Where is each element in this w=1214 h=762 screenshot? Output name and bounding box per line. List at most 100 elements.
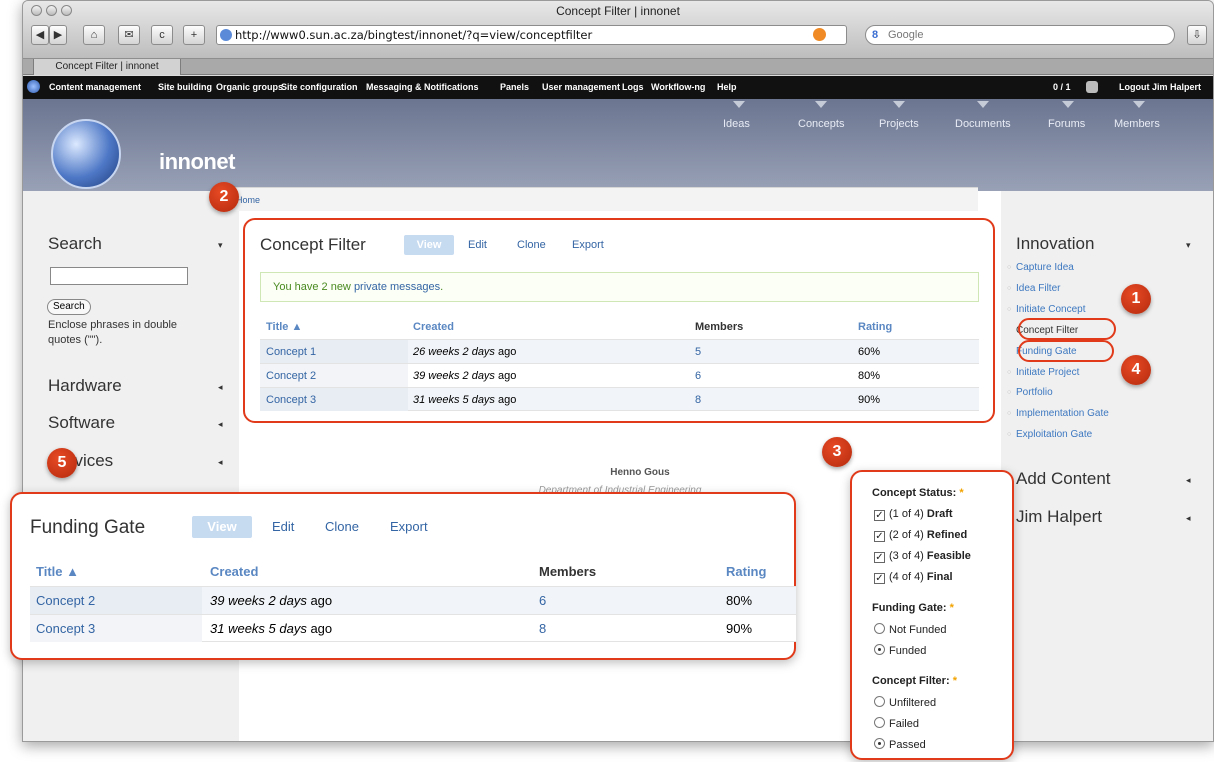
row-rating: 60% <box>858 346 881 358</box>
window-title: Concept Filter | innonet <box>556 4 680 18</box>
table-row: Concept 2 39 weeks 2 days ago 6 80% <box>260 363 979 387</box>
admin-menu-item[interactable]: Site building <box>158 82 212 92</box>
row-members[interactable]: 8 <box>539 615 546 642</box>
expand-icon[interactable]: ◂ <box>1186 475 1191 486</box>
col-rating[interactable]: Rating <box>726 558 766 586</box>
col-created[interactable]: Created <box>413 315 454 339</box>
innovation-block-title: Innovation <box>1016 234 1095 253</box>
col-created[interactable]: Created <box>210 558 258 586</box>
tab-clone[interactable]: Clone <box>517 239 546 251</box>
row-members[interactable]: 8 <box>695 388 701 412</box>
expand-icon[interactable]: ◂ <box>1186 513 1191 524</box>
radio-unfiltered[interactable]: Unfiltered <box>874 696 936 709</box>
forward-button[interactable]: ▶ <box>49 25 67 45</box>
nav-forums[interactable]: Forums <box>1048 118 1085 130</box>
radio-passed[interactable]: Passed <box>874 738 926 751</box>
extension-icon[interactable]: ⇩ <box>1187 25 1207 45</box>
search-input[interactable] <box>50 267 188 285</box>
admin-menu-item[interactable]: User management <box>542 82 620 92</box>
admin-menu-item[interactable]: Workflow-ng <box>651 82 705 92</box>
row-created: 39 weeks 2 days ago <box>413 370 517 382</box>
new-tab-button[interactable]: + <box>183 25 205 45</box>
row-title[interactable]: Concept 2 <box>36 587 95 614</box>
admin-menu-item[interactable]: Messaging & Notifications <box>366 82 479 92</box>
drupal-icon[interactable] <box>27 80 40 93</box>
breadcrumb-home[interactable]: Home <box>236 195 260 205</box>
back-button[interactable]: ◀ <box>31 25 49 45</box>
nav-members[interactable]: Members <box>1114 118 1160 130</box>
tab-export[interactable]: Export <box>572 239 604 251</box>
collapse-icon[interactable]: ▾ <box>1186 240 1191 251</box>
home-button[interactable]: ⌂ <box>83 25 105 45</box>
admin-menu-item[interactable]: Panels <box>500 82 529 92</box>
private-messages-link[interactable]: private messages <box>354 281 440 293</box>
link-exploitation-gate[interactable]: Exploitation Gate <box>1016 429 1092 440</box>
user-block-title[interactable]: Jim Halpert <box>1016 507 1102 527</box>
admin-menu-item[interactable]: Logs <box>622 82 644 92</box>
link-initiate-concept[interactable]: Initiate Concept <box>1016 304 1086 315</box>
tab-edit[interactable]: Edit <box>468 239 487 251</box>
funding-gate-highlight <box>1018 340 1114 362</box>
col-rating[interactable]: Rating <box>858 315 892 339</box>
link-initiate-project[interactable]: Initiate Project <box>1016 367 1079 378</box>
tab-export[interactable]: Export <box>390 519 428 534</box>
checkbox-final[interactable]: ✓ (4 of 4) Final <box>874 571 953 584</box>
expand-icon[interactable]: ◂ <box>218 382 223 393</box>
row-title[interactable]: Concept 1 <box>266 340 316 364</box>
web-search-field[interactable]: 8 Google <box>865 25 1175 45</box>
radio-failed[interactable]: Failed <box>874 717 919 730</box>
link-implementation-gate[interactable]: Implementation Gate <box>1016 408 1109 419</box>
tab-bar: Concept Filter | innonet <box>23 59 1213 75</box>
nav-concepts[interactable]: Concepts <box>798 118 844 130</box>
admin-menu-item[interactable]: Content management <box>49 82 141 92</box>
link-capture-idea[interactable]: Capture Idea <box>1016 262 1074 273</box>
collapse-icon[interactable]: ▾ <box>218 240 223 251</box>
link-portfolio[interactable]: Portfolio <box>1016 387 1053 398</box>
col-title[interactable]: Title ▲ <box>266 315 302 339</box>
expand-icon[interactable]: ◂ <box>218 457 223 468</box>
title-bar: Concept Filter | innonet ◀ ▶ ⌂ ✉ c + htt… <box>23 1 1213 59</box>
radio-funded[interactable]: Funded <box>874 644 926 657</box>
reload-button[interactable]: c <box>151 25 173 45</box>
row-members[interactable]: 6 <box>695 364 701 388</box>
address-bar[interactable]: http://www0.sun.ac.za/bingtest/innonet/?… <box>216 25 847 45</box>
checkbox-feasible[interactable]: ✓ (3 of 4) Feasible <box>874 550 971 563</box>
tab-clone[interactable]: Clone <box>325 519 359 534</box>
nav-documents[interactable]: Documents <box>955 118 1011 130</box>
admin-menu-item[interactable]: Organic groups <box>216 82 283 92</box>
tab-view[interactable]: View <box>404 235 454 255</box>
nav-ideas[interactable]: Ideas <box>723 118 750 130</box>
rss-icon[interactable] <box>813 28 826 41</box>
radio-not-funded[interactable]: Not Funded <box>874 623 946 636</box>
col-members: Members <box>695 321 744 333</box>
col-title[interactable]: Title ▲ <box>36 558 79 586</box>
tab-view[interactable]: View <box>192 516 252 538</box>
expand-icon[interactable]: ◂ <box>218 419 223 430</box>
table-row: Concept 1 26 weeks 2 days ago 5 60% <box>260 339 979 363</box>
section-hardware[interactable]: Hardware <box>48 376 122 396</box>
row-members[interactable]: 6 <box>539 587 546 614</box>
add-content-title[interactable]: Add Content <box>1016 469 1111 489</box>
tab-edit[interactable]: Edit <box>272 519 294 534</box>
concept-status-label: Concept Status: * <box>872 487 964 499</box>
checkbox-refined[interactable]: ✓ (2 of 4) Refined <box>874 529 967 542</box>
search-button[interactable]: Search <box>47 299 91 315</box>
row-title[interactable]: Concept 2 <box>266 364 316 388</box>
logout-link[interactable]: Logout Jim Halpert <box>1119 82 1201 92</box>
admin-menu-item[interactable]: Help <box>717 82 737 92</box>
section-software[interactable]: Software <box>48 413 115 433</box>
row-title[interactable]: Concept 3 <box>266 388 316 412</box>
checkbox-draft[interactable]: ✓ (1 of 4) Draft <box>874 508 953 521</box>
globe-logo-icon[interactable] <box>51 119 121 189</box>
site-name[interactable]: innonet <box>159 149 235 175</box>
row-title[interactable]: Concept 3 <box>36 615 95 642</box>
bookmark-button[interactable]: ✉ <box>118 25 140 45</box>
nav-projects[interactable]: Projects <box>879 118 919 130</box>
funding-gate-table: Title ▲ Created Members Rating Concept 2… <box>30 558 796 642</box>
message-period: . <box>440 281 444 293</box>
row-members[interactable]: 5 <box>695 340 701 364</box>
link-idea-filter[interactable]: Idea Filter <box>1016 283 1060 294</box>
table-row: Concept 3 31 weeks 5 days ago 8 90% <box>260 387 979 411</box>
browser-tab[interactable]: Concept Filter | innonet <box>33 59 181 75</box>
admin-menu-item[interactable]: Site configuration <box>281 82 358 92</box>
